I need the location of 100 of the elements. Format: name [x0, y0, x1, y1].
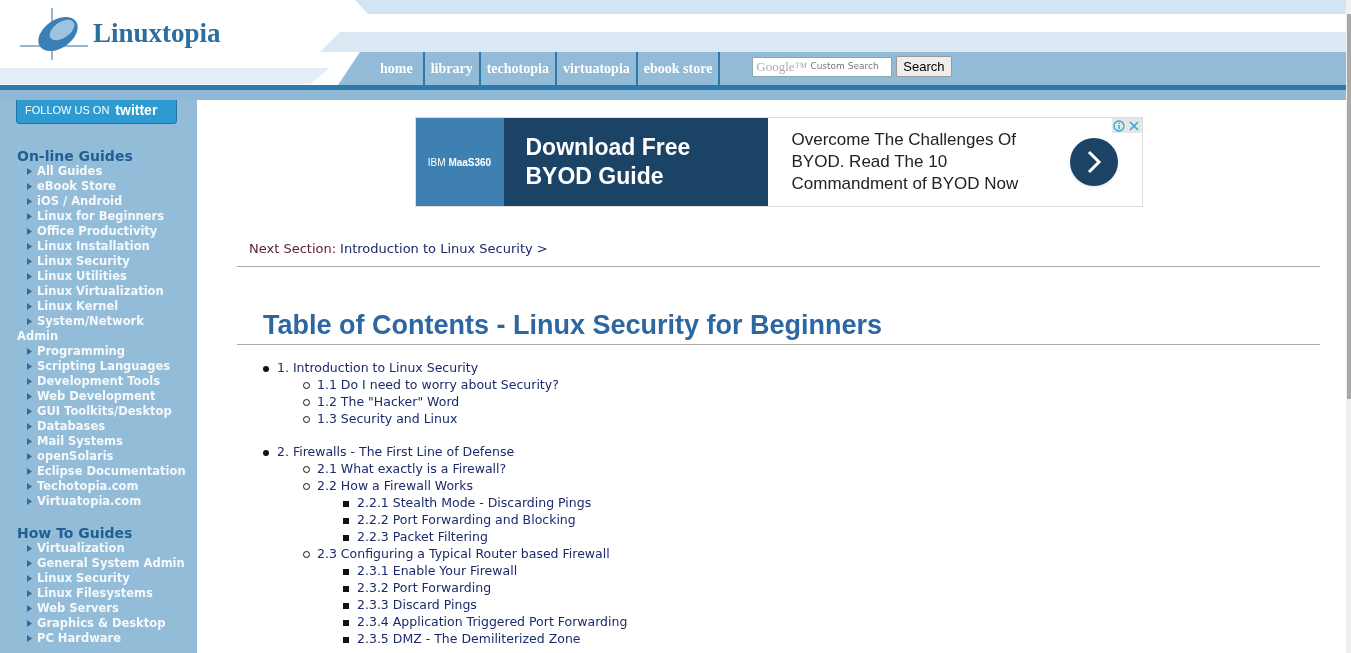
next-section-link[interactable]: Introduction to Linux Security > — [340, 239, 548, 259]
sidebar-link[interactable]: Linux Security — [17, 571, 187, 586]
search-button[interactable]: Search — [896, 56, 952, 77]
sidebar-link[interactable]: Databases — [17, 419, 187, 434]
nav-tab[interactable]: home — [370, 52, 423, 85]
bullet-icon — [263, 449, 269, 456]
triangle-icon — [27, 453, 32, 460]
nav-tab[interactable]: virtuatopia — [554, 52, 636, 85]
triangle-icon — [27, 243, 32, 250]
bullet-icon — [343, 534, 349, 541]
toc-link[interactable]: 2. Firewalls - The First Line of Defense — [277, 443, 515, 462]
triangle-icon — [27, 620, 32, 627]
sidebar-link[interactable]: Linux Security — [17, 254, 187, 269]
triangle-icon — [27, 303, 32, 310]
toc-link[interactable]: 2.3.4 Application Triggered Port Forwarding — [357, 613, 628, 632]
sidebar-link[interactable]: Mail Systems — [17, 434, 187, 449]
logo-icon — [20, 8, 90, 60]
toc-link[interactable]: 2.3.2 Port Forwarding — [357, 579, 492, 598]
sidebar-link[interactable]: Programming — [17, 344, 187, 359]
bullet-icon — [343, 500, 349, 507]
sidebar-link[interactable]: Linux Kernel — [17, 299, 187, 314]
close-icon[interactable] — [1126, 118, 1142, 133]
toc-link[interactable]: 2.1 What exactly is a Firewall? — [317, 460, 507, 479]
sidebar-link[interactable]: Linux Installation — [17, 239, 187, 254]
triangle-icon — [27, 168, 32, 175]
sidebar-link[interactable]: Virtuatopia.com — [17, 494, 187, 509]
chevron-right-icon[interactable] — [1069, 138, 1118, 186]
google-logo-text: Google™ — [756, 60, 808, 73]
triangle-icon — [27, 423, 32, 430]
toc-link[interactable]: 1.2 The "Hacker" Word — [317, 393, 460, 412]
sidebar-link[interactable]: Linux for Beginners — [17, 209, 187, 224]
triangle-icon — [27, 213, 32, 220]
triangle-icon — [27, 348, 32, 355]
logo-text: Linuxtopia — [93, 17, 221, 50]
sidebar-heading: How To Guides — [16, 525, 134, 541]
toc-link[interactable]: 2.3.3 Discard Pings — [357, 596, 477, 615]
scrollbar-thumb[interactable] — [1347, 14, 1351, 399]
sidebar-link[interactable]: iOS / Android — [17, 194, 187, 209]
sidebar-link[interactable]: Linux Virtualization — [17, 284, 187, 299]
sidebar-link[interactable]: Virtualization — [17, 541, 187, 556]
info-icon[interactable] — [1111, 118, 1127, 133]
sidebar-link[interactable]: PC Hardware — [17, 631, 187, 646]
nav-tab[interactable]: techotopia — [478, 52, 555, 85]
sidebar-link[interactable]: Web Servers — [17, 601, 187, 616]
triangle-icon — [27, 408, 32, 415]
triangle-icon — [27, 288, 32, 295]
nav-tab[interactable]: library — [422, 52, 479, 85]
bullet-icon — [343, 517, 349, 524]
twitter-wordmark: twitter — [115, 100, 158, 120]
bullet-icon — [343, 636, 349, 643]
toc-link[interactable]: 2.2.2 Port Forwarding and Blocking — [357, 511, 576, 530]
triangle-icon — [27, 378, 32, 385]
triangle-icon — [27, 318, 32, 325]
toc-link[interactable]: 2.2 How a Firewall Works — [317, 477, 473, 496]
sidebar-link[interactable]: Web Development — [17, 389, 187, 404]
toc-link[interactable]: 1.1 Do I need to worry about Security? — [317, 376, 559, 395]
sidebar-link[interactable]: eBook Store — [17, 179, 187, 194]
toc-link[interactable]: 2.2.3 Packet Filtering — [357, 528, 488, 547]
sidebar-link[interactable]: openSolaris — [17, 449, 187, 464]
sidebar-link[interactable]: Linux Utilities — [17, 269, 187, 284]
toc-link[interactable]: 2.3.1 Enable Your Firewall — [357, 562, 518, 581]
triangle-icon — [27, 545, 32, 552]
triangle-icon — [27, 393, 32, 400]
triangle-icon — [27, 273, 32, 280]
triangle-icon — [27, 198, 32, 205]
sidebar-link[interactable]: System/Network Admin — [17, 314, 187, 344]
sidebar-link[interactable]: GUI Toolkits/Desktop — [17, 404, 187, 419]
sidebar-link[interactable]: Development Tools — [17, 374, 187, 389]
toc-link[interactable]: 2.2.1 Stealth Mode - Discarding Pings — [357, 494, 592, 513]
sidebar-link[interactable]: Scripting Languages — [17, 359, 187, 374]
ad-headline: Download Free BYOD Guide — [525, 133, 692, 191]
bullet-icon — [263, 365, 269, 372]
sidebar-link[interactable]: Office Productivity — [17, 224, 187, 239]
sidebar-link[interactable]: Techotopia.com — [17, 479, 187, 494]
triangle-icon — [27, 258, 32, 265]
triangle-icon — [27, 228, 32, 235]
sidebar-link[interactable]: General System Admin — [17, 556, 187, 571]
toc-link[interactable]: 2.3 Configuring a Typical Router based Firewall — [317, 545, 610, 564]
search-placeholder: Custom Search — [810, 59, 879, 73]
triangle-icon — [27, 183, 32, 190]
triangle-icon — [27, 498, 32, 505]
search-field[interactable]: Google™ Custom Search — [752, 56, 893, 77]
toc-link[interactable]: 2.3.5 DMZ - The Demiliterized Zone — [357, 630, 581, 649]
triangle-icon — [27, 575, 32, 582]
triangle-icon — [27, 438, 32, 445]
sidebar-link[interactable]: Eclipse Documentation — [17, 464, 187, 479]
triangle-icon — [27, 635, 32, 642]
toc-link[interactable]: 1. Introduction to Linux Security — [277, 359, 479, 378]
toc-link[interactable]: 1.3 Security and Linux — [317, 410, 458, 429]
triangle-icon — [27, 483, 32, 490]
sidebar-link[interactable]: Linux Filesystems — [17, 586, 187, 601]
sidebar-link[interactable]: All Guides — [17, 164, 187, 179]
ad-banner[interactable]: IBM MaaS360 Download Free BYOD Guide Overcome The Challenges Of BYOD. Read The 10 Commandment of BYOD Now — [414, 117, 1143, 207]
sidebar-link[interactable]: Graphics & Desktop — [17, 616, 187, 631]
triangle-icon — [27, 560, 32, 567]
ad-sponsor: IBM MaaS360 — [427, 155, 492, 170]
triangle-icon — [27, 605, 32, 612]
triangle-icon — [27, 468, 32, 475]
next-section-label: Next Section: — [249, 240, 337, 259]
triangle-icon — [27, 590, 32, 597]
